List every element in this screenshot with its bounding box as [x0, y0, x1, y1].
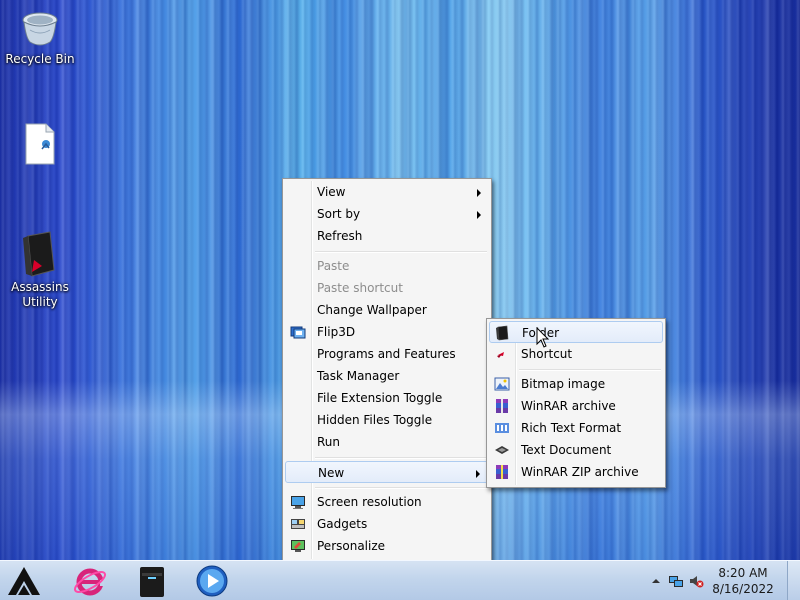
mouse-cursor-icon: [536, 326, 550, 349]
menu-item-hidden-files-toggle[interactable]: Hidden Files Toggle: [285, 409, 489, 431]
menu-item-screen-resolution[interactable]: Screen resolution: [285, 491, 489, 513]
taskbar: 8:20 AM 8/16/2022: [0, 560, 800, 600]
submenu-arrow-icon: [476, 470, 480, 478]
submenu-item-winrar-zip-archive[interactable]: WinRAR ZIP archive: [489, 461, 663, 483]
shortcut-icon: [494, 346, 510, 362]
winrar-icon: [494, 398, 510, 414]
menu-item-personalize[interactable]: Personalize: [285, 535, 489, 557]
start-logo-icon: [8, 567, 40, 595]
submenu-item-text-document[interactable]: Text Document: [489, 439, 663, 461]
menu-separator: [315, 457, 487, 459]
menu-item-file-extension-toggle[interactable]: File Extension Toggle: [285, 387, 489, 409]
menu-item-sort-by[interactable]: Sort by: [285, 203, 489, 225]
volume-muted-icon[interactable]: [688, 573, 704, 589]
menu-separator: [315, 487, 487, 489]
new-submenu: Folder Shortcut Bitmap image: [486, 318, 666, 488]
clock-time: 8:20 AM: [718, 566, 768, 580]
menu-item-gadgets[interactable]: Gadgets: [285, 513, 489, 535]
assassins-utility-icon: [20, 230, 60, 278]
submenu-item-bitmap-image[interactable]: Bitmap image: [489, 373, 663, 395]
folder-icon: [495, 325, 511, 341]
text-document-icon: [494, 442, 510, 458]
clock[interactable]: 8:20 AM 8/16/2022: [708, 565, 778, 597]
menu-item-refresh[interactable]: Refresh: [285, 225, 489, 247]
rtf-icon: [494, 420, 510, 436]
flip3d-icon: [290, 324, 306, 340]
desktop-icon-label: Assassins Utility: [11, 280, 69, 309]
menu-separator: [315, 251, 487, 253]
menu-item-flip3d[interactable]: Flip3D: [285, 321, 489, 343]
media-player-icon[interactable]: [192, 563, 232, 599]
desktop-wallpaper[interactable]: Recycle Bin Assassins Utility View Sort …: [0, 0, 800, 560]
desktop-icon-recycle-bin[interactable]: Recycle Bin: [0, 8, 80, 67]
desktop-icon-label: Recycle Bin: [5, 52, 75, 66]
menu-item-run[interactable]: Run: [285, 431, 489, 453]
menu-item-task-manager[interactable]: Task Manager: [285, 365, 489, 387]
menu-item-view[interactable]: View: [285, 181, 489, 203]
submenu-arrow-icon: [477, 211, 481, 219]
submenu-arrow-icon: [477, 189, 481, 197]
document-icon: [22, 122, 58, 166]
system-tray: 8:20 AM 8/16/2022: [630, 561, 800, 600]
show-hidden-icons-chevron-icon[interactable]: [650, 575, 666, 591]
recycle-bin-icon: [20, 8, 60, 50]
menu-item-programs-and-features[interactable]: Programs and Features: [285, 343, 489, 365]
menu-item-paste[interactable]: Paste: [285, 255, 489, 277]
menu-separator: [519, 369, 661, 371]
clock-date: 8/16/2022: [712, 582, 774, 596]
desktop-icon-document[interactable]: [0, 122, 80, 168]
bitmap-icon: [494, 376, 510, 392]
submenu-item-winrar-archive[interactable]: WinRAR archive: [489, 395, 663, 417]
winrar-zip-icon: [494, 464, 510, 480]
desktop-context-menu: View Sort by Refresh Paste Paste shortcu…: [282, 178, 492, 560]
show-desktop-button[interactable]: [787, 561, 800, 600]
submenu-item-rich-text-format[interactable]: Rich Text Format: [489, 417, 663, 439]
internet-explorer-icon[interactable]: [70, 563, 110, 599]
network-icon[interactable]: [668, 573, 684, 589]
submenu-item-shortcut[interactable]: Shortcut: [489, 343, 663, 365]
file-explorer-icon[interactable]: [132, 563, 172, 599]
submenu-item-folder[interactable]: Folder: [489, 321, 663, 343]
menu-item-change-wallpaper[interactable]: Change Wallpaper: [285, 299, 489, 321]
start-button[interactable]: [4, 563, 44, 599]
gadgets-icon: [290, 516, 306, 532]
monitor-icon: [290, 494, 306, 510]
personalize-icon: [290, 538, 306, 554]
desktop-icon-assassins-utility[interactable]: Assassins Utility: [0, 230, 80, 310]
menu-item-paste-shortcut[interactable]: Paste shortcut: [285, 277, 489, 299]
menu-item-new[interactable]: New: [285, 461, 489, 483]
